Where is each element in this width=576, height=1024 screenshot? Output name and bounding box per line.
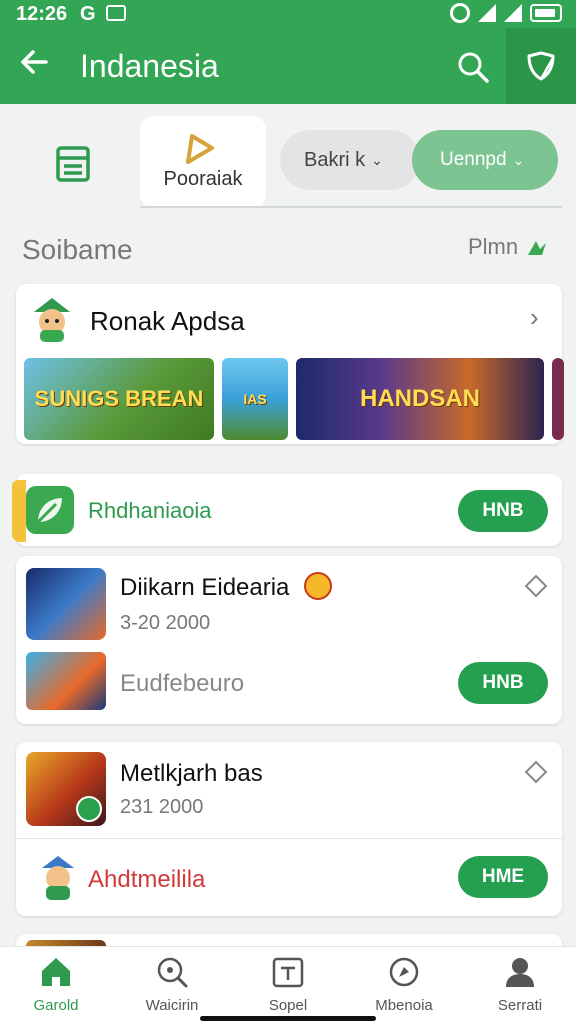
triangle-icon[interactable] [184, 132, 216, 166]
calendar-icon [272, 957, 304, 988]
status-bar: 12:26 G [0, 0, 576, 28]
status-time: 12:26 [16, 3, 68, 25]
item-secondary: Ahdtmeilila [88, 866, 206, 893]
promo-label: Rhdhaniaoia [88, 498, 212, 523]
app-bar: Indanesia [0, 28, 576, 104]
leaf-icon [528, 241, 547, 255]
game-icon [26, 752, 106, 826]
section-action-label: Plmn [468, 234, 519, 259]
battery-icon [530, 4, 562, 22]
sync-icon [450, 3, 470, 23]
nav-label: Garold [33, 997, 79, 1014]
game-icon [26, 652, 106, 710]
badge-icon [304, 572, 332, 600]
page-title: Indanesia [80, 48, 219, 84]
game-thumbnail[interactable]: HANDSAN [296, 358, 544, 440]
status-icons [450, 3, 562, 23]
play-badge-icon [76, 796, 102, 822]
nav-item-calendar[interactable]: Sopel [238, 955, 338, 1014]
bottom-nav: Garold Waicirin Sopel Mbenoia Serrati [0, 946, 576, 1024]
thumbnail-title: SUNIGS BREAN [34, 386, 204, 411]
thumbnail-title: HANDSAN [360, 385, 480, 412]
nav-item-home[interactable]: Garold [6, 955, 106, 1014]
nav-item-search[interactable]: Waicirin [122, 955, 222, 1014]
filter-pill-2-label: Uennpd [440, 149, 507, 170]
list-icon[interactable] [56, 146, 90, 182]
nav-label: Sopel [268, 997, 308, 1014]
chevron-down-icon: ⌄ [371, 151, 383, 168]
item-subtitle: 3-20 2000 [120, 612, 211, 634]
avatar-icon [34, 298, 70, 342]
install-button[interactable]: HNB [458, 662, 548, 704]
promo-row[interactable]: Rhdhaniaoia HNB [12, 474, 562, 546]
item-secondary: Eudfebeuro [120, 670, 245, 697]
game-thumbnail[interactable]: IAS [222, 358, 288, 440]
leaf-app-icon [26, 486, 74, 534]
nav-label: Serrati [497, 997, 543, 1014]
search-icon [157, 957, 188, 988]
item-subtitle: 231 2000 [120, 796, 204, 818]
nav-label: Waicirin [145, 997, 199, 1014]
shield-button[interactable] [506, 28, 576, 104]
nav-item-compass[interactable]: Mbenoia [354, 955, 454, 1014]
person-icon [506, 958, 534, 987]
signal-icon-2 [504, 4, 522, 22]
item-name: Metlkjarh bas [120, 760, 263, 787]
home-icon [42, 958, 70, 986]
install-button[interactable]: HNB [458, 490, 548, 532]
nav-label: Mbenoia [375, 997, 433, 1014]
thumbnail-title: IAS [243, 391, 267, 407]
featured-name: Ronak Apdsa [90, 306, 245, 336]
section-action[interactable]: Plmn [468, 234, 548, 260]
tab-label[interactable]: Pooraiak [140, 168, 266, 191]
chevron-right-icon[interactable]: › [530, 302, 539, 333]
install-button[interactable]: HME [458, 856, 548, 898]
divider [140, 206, 562, 208]
nav-item-profile[interactable]: Serrati [470, 955, 570, 1014]
filter-pill-1[interactable]: Bakri k ⌄ [280, 130, 420, 190]
chevron-down-icon: ⌄ [512, 151, 525, 168]
section-title: Soibame [22, 234, 133, 265]
filter-pill-2[interactable]: Uennpd ⌄ [412, 130, 558, 190]
avatar-icon [42, 856, 74, 900]
shield-icon [527, 51, 555, 81]
arrow-left-icon[interactable] [18, 46, 50, 84]
filter-pill-1-label: Bakri k [304, 148, 366, 171]
divider [16, 838, 562, 839]
game-thumbnail[interactable]: SUNIGS BREAN [24, 358, 214, 440]
home-indicator[interactable] [200, 1016, 376, 1021]
compass-icon [389, 957, 419, 987]
game-icon [26, 568, 106, 640]
notification-icon [106, 5, 126, 21]
item-name: Diikarn Eidearia [120, 574, 290, 601]
flag-ribbon [12, 480, 26, 542]
status-g-label: G [80, 3, 96, 25]
signal-icon [478, 4, 496, 22]
list-item[interactable]: Metlkjarh bas 231 2000 Ahdtmeilila HME [16, 742, 562, 916]
diamond-icon[interactable] [524, 760, 548, 784]
featured-card[interactable]: Ronak Apdsa › SUNIGS BREAN IAS HANDSAN [16, 284, 564, 444]
game-thumbnail[interactable] [552, 358, 564, 440]
diamond-icon[interactable] [524, 574, 548, 598]
search-icon[interactable] [456, 50, 490, 84]
list-item[interactable]: Diikarn Eidearia 3-20 2000 Eudfebeuro HN… [16, 556, 562, 724]
